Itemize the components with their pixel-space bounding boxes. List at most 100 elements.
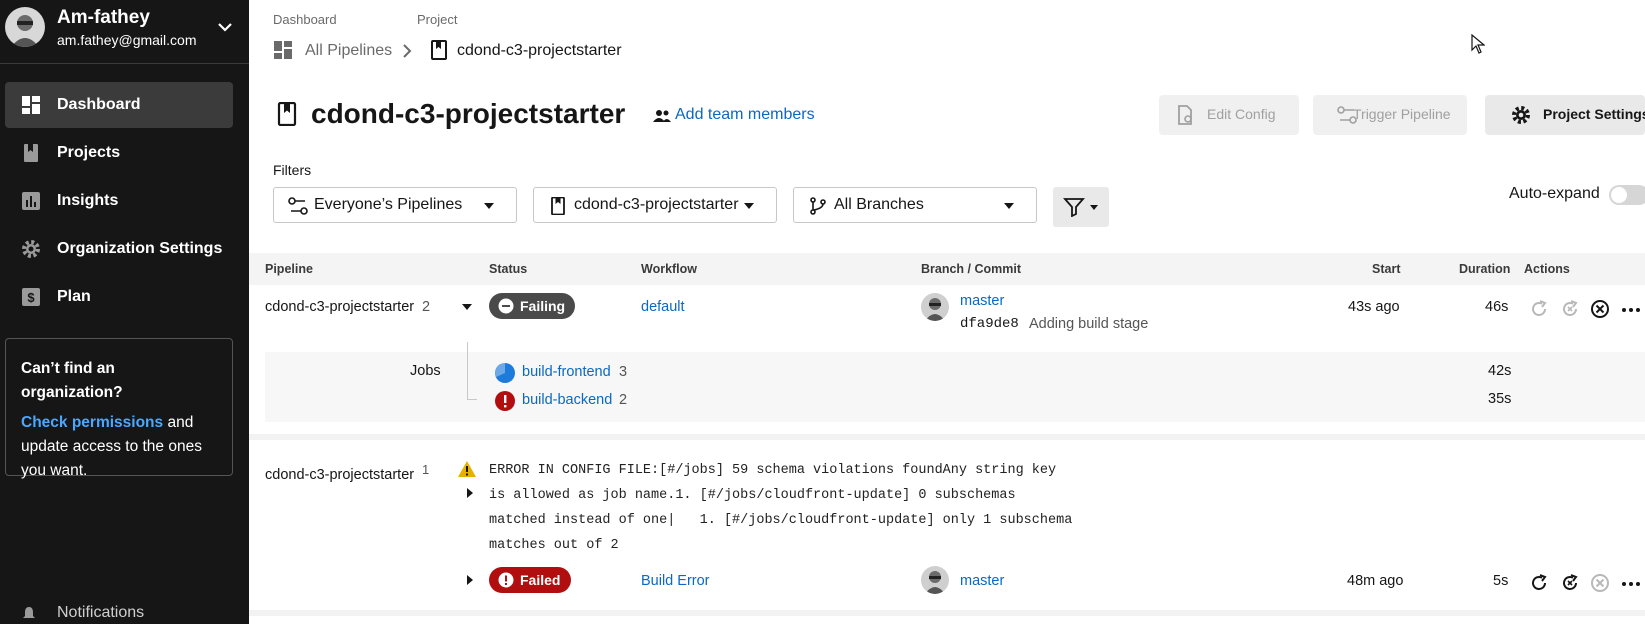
user-email: am.fathey@gmail.com: [57, 32, 197, 48]
breadcrumb-all-pipelines[interactable]: All Pipelines: [273, 40, 393, 62]
more-options-icon[interactable]: [1620, 572, 1642, 594]
error-line: ERROR IN CONFIG FILE:[#/jobs] 59 schema …: [489, 463, 1057, 478]
edit-config-button[interactable]: Edit Config: [1159, 95, 1299, 135]
filters-label: Filters: [273, 162, 312, 178]
status-badge[interactable]: Failed: [489, 567, 571, 593]
column-start: Start: [1372, 262, 1401, 276]
bell-icon: [23, 607, 35, 618]
user-menu[interactable]: Am-fathey am.fathey@gmail.com: [0, 0, 249, 64]
workflow-link[interactable]: default: [641, 299, 685, 315]
more-options-icon[interactable]: [1620, 298, 1642, 320]
duration: 46s: [1485, 299, 1509, 315]
project-settings-button[interactable]: Project Settings: [1485, 95, 1645, 135]
rerun-failed-icon[interactable]: [1559, 298, 1581, 320]
job-link[interactable]: build-frontend: [522, 364, 611, 380]
error-line: matches out of 2: [489, 538, 619, 553]
sidebar-item-organization-settings[interactable]: Organization Settings: [5, 226, 233, 272]
commit-message: Adding build stage: [1029, 316, 1149, 332]
job-link[interactable]: build-backend: [522, 392, 612, 408]
pipeline-name-link[interactable]: cdond-c3-projectstarter: [265, 299, 414, 315]
toggle-knob: [1611, 187, 1627, 203]
sidebar-item-label: Insights: [57, 192, 119, 209]
pipelines-table-header: Pipeline Status Workflow Branch / Commit…: [249, 253, 1645, 285]
filter-menu-button[interactable]: [1053, 187, 1109, 227]
sidebar: Am-fathey am.fathey@gmail.com Dashboard …: [0, 0, 249, 624]
commit-hash[interactable]: dfa9de8: [960, 316, 1019, 332]
expand-caret-icon[interactable]: [467, 488, 473, 498]
jobs-panel: [265, 352, 1645, 422]
cancel-icon[interactable]: [1589, 298, 1611, 320]
project-icon: [277, 102, 297, 126]
avatar: [921, 293, 949, 321]
insights-icon: [22, 192, 40, 210]
chevron-right-icon: [403, 44, 412, 58]
column-workflow: Workflow: [641, 262, 698, 276]
column-actions: Actions: [1524, 262, 1570, 276]
column-duration: Duration: [1459, 262, 1511, 276]
check-permissions-link[interactable]: Check permissions: [21, 414, 163, 431]
project-filter-select[interactable]: cdond-c3-projectstarter: [533, 187, 777, 223]
expand-caret-icon[interactable]: [467, 575, 473, 585]
sidebar-nav: Dashboard Projects Insights Organization…: [5, 82, 233, 322]
sidebar-item-dashboard[interactable]: Dashboard: [5, 82, 233, 128]
status-label: Failed: [520, 572, 561, 588]
job-number: 2: [619, 392, 628, 408]
sidebar-item-projects[interactable]: Projects: [5, 130, 233, 176]
column-pipeline: Pipeline: [265, 262, 313, 276]
cancel-icon[interactable]: [1589, 572, 1611, 594]
config-error-message: ERROR IN CONFIG FILE:[#/jobs] 59 schema …: [489, 458, 1072, 558]
add-team-text: Add team members: [675, 106, 815, 123]
workflow-link[interactable]: Build Error: [641, 573, 710, 589]
avatar: [921, 566, 949, 594]
auto-expand-toggle[interactable]: [1609, 185, 1645, 205]
start-time: 48m ago: [1347, 573, 1404, 589]
status-badge[interactable]: Failing: [489, 293, 575, 319]
dashboard-icon: [274, 41, 292, 59]
breadcrumb-dashboard-label: Dashboard: [273, 12, 337, 27]
sidebar-item-label: Notifications: [57, 604, 145, 621]
row-divider: [249, 434, 1645, 440]
main-content: Dashboard Project All Pipelines cdond-c3…: [249, 0, 1645, 624]
breadcrumb-project-label: Project: [417, 12, 458, 27]
start-time: 43s ago: [1348, 299, 1400, 315]
status-label: Failing: [520, 298, 566, 314]
pipelines-filter-value: Everyone’s Pipelines: [314, 196, 463, 213]
breadcrumb-pipelines-text: All Pipelines: [305, 42, 393, 59]
org-help-card: Can’t find an organization? Check permis…: [5, 338, 233, 479]
jobs-tree-line: [467, 342, 468, 400]
sidebar-item-insights[interactable]: Insights: [5, 178, 233, 224]
project-icon: [551, 197, 565, 215]
caret-down-icon: [1090, 205, 1098, 210]
rerun-icon[interactable]: [1528, 572, 1550, 594]
error-line: is allowed as job name.1. [#/jobs/cloudf…: [489, 488, 1016, 503]
trigger-pipeline-label: Trigger Pipeline: [1353, 106, 1451, 122]
pipelines-filter-select[interactable]: Everyone’s Pipelines: [273, 187, 517, 223]
caret-down-icon: [484, 203, 494, 209]
edit-config-label: Edit Config: [1207, 106, 1276, 122]
gear-icon: [22, 240, 40, 258]
branches-filter-select[interactable]: All Branches: [793, 187, 1037, 223]
chevron-down-icon[interactable]: [216, 18, 234, 36]
jobs-label: Jobs: [410, 363, 441, 379]
user-name: Am-fathey: [57, 7, 150, 28]
branch-icon: [810, 197, 826, 215]
mouse-cursor-icon: [1471, 34, 1485, 54]
svg-text:$: $: [27, 290, 35, 305]
job-number: 3: [619, 364, 628, 380]
collapse-caret-icon[interactable]: [462, 304, 472, 310]
job-duration: 42s: [1488, 363, 1512, 379]
trigger-pipeline-button[interactable]: Trigger Pipeline: [1313, 95, 1467, 135]
running-icon: [495, 363, 515, 383]
rerun-failed-icon[interactable]: [1559, 572, 1581, 594]
rerun-icon[interactable]: [1528, 298, 1550, 320]
branch-link[interactable]: master: [960, 293, 1004, 309]
auto-expand-label: Auto-expand: [1509, 185, 1600, 202]
pipeline-name-link[interactable]: cdond-c3-projectstarter: [265, 467, 414, 483]
breadcrumb-project[interactable]: cdond-c3-projectstarter: [429, 40, 639, 62]
error-line: matched instead of one| 1. [#/jobs/cloud…: [489, 513, 1073, 528]
branch-link[interactable]: master: [960, 573, 1004, 589]
error-icon: [495, 391, 515, 411]
sidebar-item-plan[interactable]: $ Plan: [5, 274, 233, 320]
sidebar-item-label: Projects: [57, 144, 121, 161]
breadcrumb-project-text: cdond-c3-projectstarter: [457, 42, 622, 59]
